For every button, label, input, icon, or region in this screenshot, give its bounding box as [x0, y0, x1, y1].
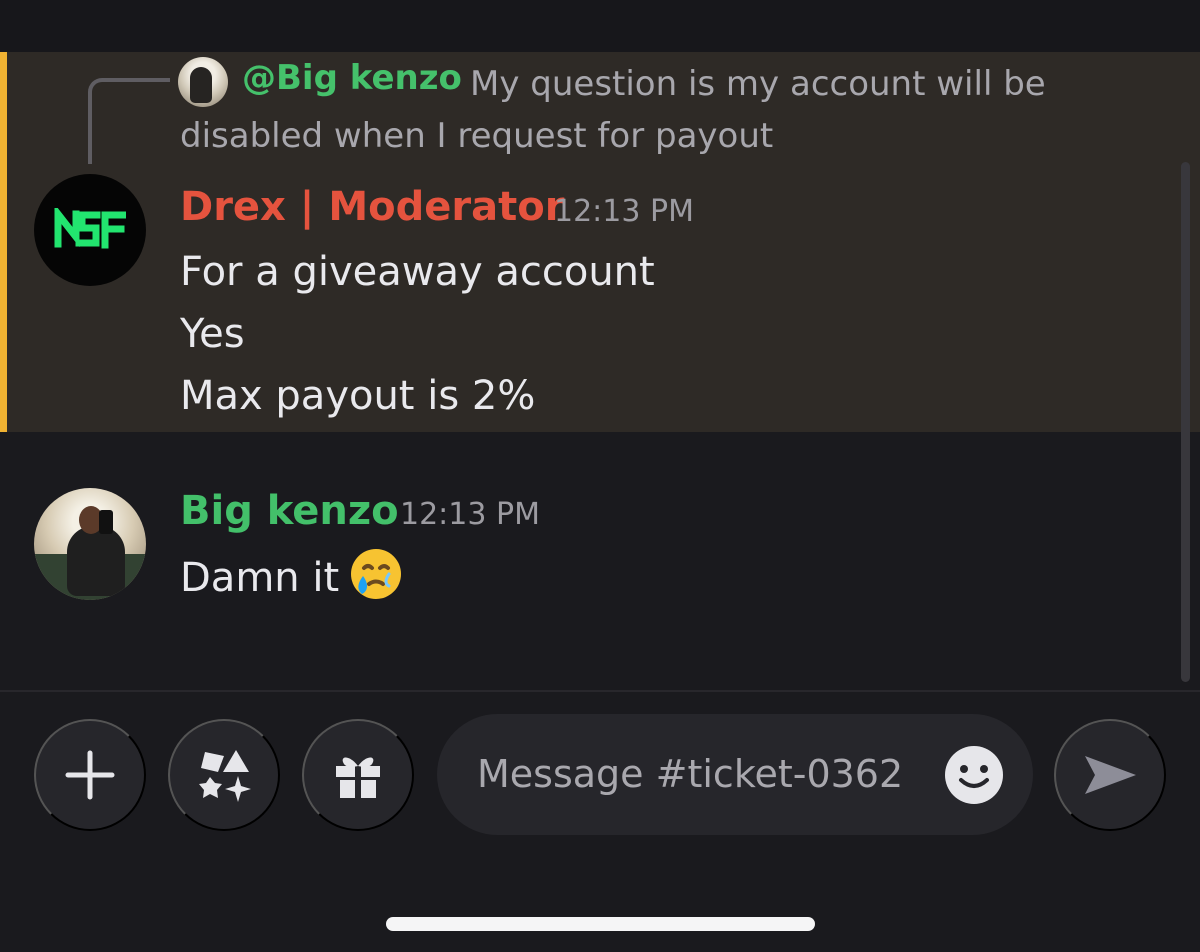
face-holding-back-tears-icon [347, 545, 405, 603]
add-attachment-button[interactable] [34, 719, 146, 831]
top-status-area [0, 0, 1200, 52]
discord-chat-screen: My question is my account will be disabl… [0, 0, 1200, 952]
message-composer[interactable] [437, 714, 1033, 835]
mention-highlight-bar [0, 52, 7, 432]
send-icon [1085, 756, 1136, 794]
gift-button[interactable] [302, 719, 414, 831]
big-kenzo-name[interactable]: Big kenzo [180, 488, 399, 534]
smile-icon[interactable] [943, 744, 1005, 806]
composer-divider [0, 690, 1200, 692]
message-text: Damn it [180, 555, 340, 601]
reply-connector-line [88, 78, 170, 164]
message-line: For a giveaway account [180, 249, 655, 295]
message-line: Max payout is 2% [180, 373, 536, 419]
moderator-message-timestamp: 12:13 PM [554, 194, 694, 229]
moderator-avatar[interactable] [34, 174, 146, 286]
avatar-person [67, 526, 125, 596]
big-kenzo-message-body: Damn it [180, 545, 1100, 609]
big-kenzo-message-timestamp: 12:13 PM [400, 497, 540, 532]
moderator-name[interactable]: Drex | Moderator [180, 184, 564, 230]
send-button[interactable] [1054, 719, 1166, 831]
gift-icon [336, 757, 380, 798]
big-kenzo-avatar[interactable] [34, 488, 146, 600]
moderator-message-body: For a giveaway account Yes Max payout is… [180, 241, 1100, 427]
reply-preview-author[interactable]: @Big kenzo [242, 58, 462, 98]
plus-icon [65, 750, 115, 800]
chat-scrollbar[interactable] [1181, 162, 1190, 682]
message-input[interactable] [477, 749, 932, 799]
home-indicator[interactable] [386, 917, 815, 931]
apps-icon [199, 750, 251, 802]
apps-button[interactable] [168, 719, 280, 831]
avatar-phone [99, 510, 113, 534]
message-line: Yes [180, 311, 245, 357]
nsf-logo-icon [54, 208, 126, 249]
